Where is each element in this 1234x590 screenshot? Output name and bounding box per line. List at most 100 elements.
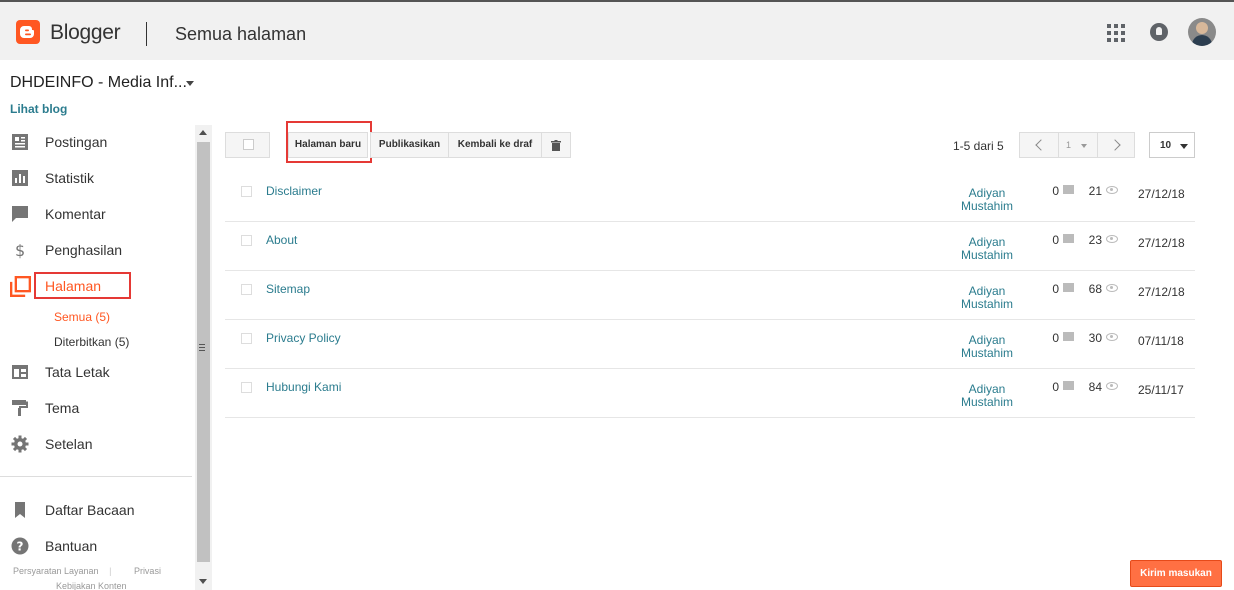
page-title-link[interactable]: About [266, 233, 297, 247]
eye-icon [1106, 333, 1118, 341]
sidebar-item-label: Postingan [45, 134, 108, 150]
svg-text:$: $ [15, 241, 25, 259]
eye-icon [1106, 382, 1118, 390]
page-title-link[interactable]: Sitemap [266, 282, 310, 296]
notification-bell-icon[interactable] [1150, 23, 1168, 41]
author-link[interactable]: Adiyan Mustahim [945, 383, 1029, 409]
chevron-right-icon [1109, 139, 1121, 151]
eye-icon [1106, 284, 1118, 292]
row-checkbox[interactable] [241, 333, 252, 344]
stats-icon [12, 170, 28, 186]
view-count: 21 [1088, 184, 1102, 198]
sidebar-item-reading-list[interactable]: Daftar Bacaan [0, 495, 192, 525]
apps-grid-icon[interactable] [1107, 24, 1125, 42]
comment-icon [1063, 185, 1074, 194]
sidebar-subitem-published[interactable]: Diterbitkan (5) [54, 335, 129, 349]
table-row[interactable]: About Adiyan Mustahim 0 23 27/12/18 [225, 222, 1195, 271]
chevron-left-icon [1035, 139, 1047, 151]
page-date: 07/11/18 [1138, 334, 1184, 348]
sidebar-item-label: Penghasilan [45, 242, 123, 258]
comment-icon [1063, 283, 1074, 292]
view-blog-link[interactable]: Lihat blog [10, 102, 67, 116]
sidebar-item-label: Statistik [45, 170, 95, 186]
blogger-logo-icon[interactable] [16, 20, 40, 44]
author-link[interactable]: Adiyan Mustahim [945, 187, 1029, 213]
row-checkbox[interactable] [241, 186, 252, 197]
page-date: 27/12/18 [1138, 236, 1185, 250]
table-row[interactable]: Hubungi Kami Adiyan Mustahim 0 84 25/11/… [225, 369, 1195, 418]
prev-page-button[interactable] [1019, 132, 1059, 158]
footer-links: Persyaratan Layanan | Privasi [13, 566, 169, 576]
author-link[interactable]: Adiyan Mustahim [945, 236, 1029, 262]
dollar-icon: $ [15, 241, 25, 259]
row-checkbox[interactable] [241, 235, 252, 246]
comment-icon [12, 206, 28, 222]
revert-draft-button[interactable]: Kembali ke draf [448, 132, 542, 158]
author-link[interactable]: Adiyan Mustahim [945, 285, 1029, 311]
resize-grip-icon[interactable] [199, 344, 205, 353]
next-page-button[interactable] [1097, 132, 1135, 158]
page-select[interactable] [1058, 132, 1098, 158]
sidebar-item-help[interactable]: ? Bantuan [0, 531, 192, 561]
publish-button[interactable]: Publikasikan [370, 132, 449, 158]
page-title-link[interactable]: Hubungi Kami [266, 380, 341, 394]
row-checkbox[interactable] [241, 284, 252, 295]
content-policy-link[interactable]: Kebijakan Konten [56, 581, 127, 590]
layout-icon [12, 365, 28, 379]
sidebar-item-settings[interactable]: Setelan [0, 429, 192, 459]
page-date: 27/12/18 [1138, 187, 1185, 201]
comment-count: 0 [1052, 233, 1059, 247]
eye-icon [1106, 235, 1118, 243]
table-row[interactable]: Disclaimer Adiyan Mustahim 0 21 27/12/18 [225, 173, 1195, 222]
trash-icon [551, 140, 561, 151]
chevron-down-icon [1180, 144, 1188, 149]
sidebar-item-label: Tema [45, 400, 80, 416]
page-title: Semua halaman [175, 24, 307, 44]
send-feedback-button[interactable]: Kirim masukan [1130, 560, 1222, 587]
page-title-link[interactable]: Disclaimer [266, 184, 322, 198]
comment-count: 0 [1052, 380, 1059, 394]
sidebar-item-stats[interactable]: Statistik [0, 163, 192, 193]
delete-button[interactable] [541, 132, 571, 158]
scroll-up-arrow-icon[interactable] [199, 130, 207, 135]
posts-icon [12, 134, 28, 150]
avatar[interactable] [1188, 18, 1216, 46]
sidebar-item-label: Daftar Bacaan [45, 502, 135, 518]
chevron-down-icon [1081, 144, 1087, 148]
pages-icon [10, 276, 31, 297]
page-title-link[interactable]: Privacy Policy [266, 331, 341, 345]
sidebar-subitem-all[interactable]: Semua (5) [54, 310, 110, 324]
chevron-down-icon[interactable] [186, 81, 194, 86]
table-row[interactable]: Sitemap Adiyan Mustahim 0 68 27/12/18 [225, 271, 1195, 320]
scroll-down-arrow-icon[interactable] [199, 579, 207, 584]
checkbox-icon [243, 139, 254, 150]
sidebar-item-label: Komentar [45, 206, 106, 222]
sidebar-divider [0, 476, 192, 477]
per-page-select[interactable]: 10 [1149, 132, 1195, 158]
comment-count: 0 [1052, 282, 1059, 296]
terms-link[interactable]: Persyaratan Layanan [13, 566, 99, 576]
sidebar-item-earnings[interactable]: $ Penghasilan [0, 235, 192, 265]
privacy-link[interactable]: Privasi [134, 566, 161, 576]
view-count: 23 [1088, 233, 1102, 247]
row-checkbox[interactable] [241, 382, 252, 393]
sidebar-item-layout[interactable]: Tata Letak [0, 357, 192, 387]
sidebar-item-comments[interactable]: Komentar [0, 199, 192, 229]
comment-count: 0 [1052, 184, 1059, 198]
gear-icon [11, 435, 29, 453]
brand-name[interactable]: Blogger [50, 21, 121, 45]
sidebar-item-posts[interactable]: Postingan [0, 127, 192, 157]
table-row[interactable]: Privacy Policy Adiyan Mustahim 0 30 07/1… [225, 320, 1195, 369]
svg-text:?: ? [17, 540, 24, 554]
select-all-checkbox[interactable] [225, 132, 270, 158]
bookmark-icon [15, 502, 25, 518]
sidebar-item-theme[interactable]: Tema [0, 393, 192, 423]
view-count: 30 [1088, 331, 1102, 345]
comment-count: 0 [1052, 331, 1059, 345]
per-page-value: 10 [1160, 140, 1172, 151]
page-number: 1 [1066, 140, 1072, 150]
sidebar-scrollbar[interactable] [195, 125, 212, 590]
view-count: 84 [1088, 380, 1102, 394]
author-link[interactable]: Adiyan Mustahim [945, 334, 1029, 360]
blog-selector[interactable]: DHDEINFO - Media Inf... [10, 74, 187, 92]
